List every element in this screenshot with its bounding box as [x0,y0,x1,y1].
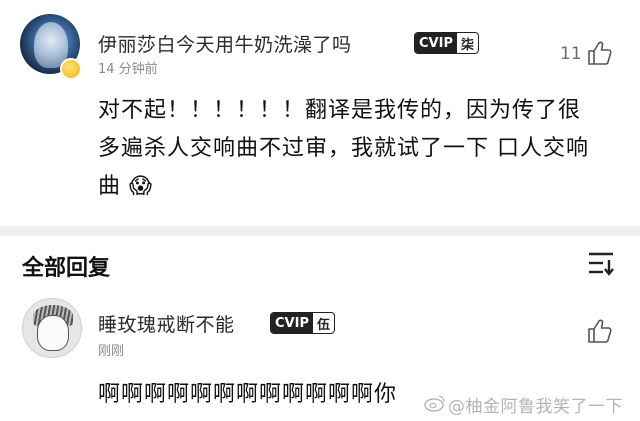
reply-body: 啊啊啊啊啊啊啊啊啊啊啊啊你 [98,382,398,407]
comment-body: 对不起！！！！！！翻译是我传的，因为传了很多遍杀人交响曲不过审，我就试了一下 口… [98,98,589,199]
reply-vip-badge: CVIP 伍 [270,312,335,334]
watermark: @柚金阿鲁我笑了一下 [448,397,623,417]
reply-avatar[interactable] [22,298,82,358]
main-comment: 伊丽莎白今天用牛奶洗澡了吗 CVIP 柒 14 分钟前 11 对不起！！！！！！… [0,0,640,226]
reply-time: 刚刚 [98,344,125,359]
comment-time: 14 分钟前 [98,62,158,77]
avatar-face [37,315,69,351]
vip-level: 柒 [460,37,474,53]
thumbs-up-icon[interactable] [587,40,613,66]
vip-tag: CVIP [415,33,457,53]
thumbs-up-icon[interactable] [587,318,613,344]
section-divider [0,226,640,236]
weibo-logo-icon [424,395,445,412]
vip-badge: CVIP 柒 [414,32,479,54]
vip-tag: CVIP [271,313,313,333]
like-count: 11 [560,44,582,64]
comment-username[interactable]: 伊丽莎白今天用牛奶洗澡了吗 [98,30,352,57]
verified-badge-icon [60,58,82,80]
vip-level: 伍 [316,317,330,333]
reply-username[interactable]: 睡玫瑰戒断不能 [98,310,235,337]
